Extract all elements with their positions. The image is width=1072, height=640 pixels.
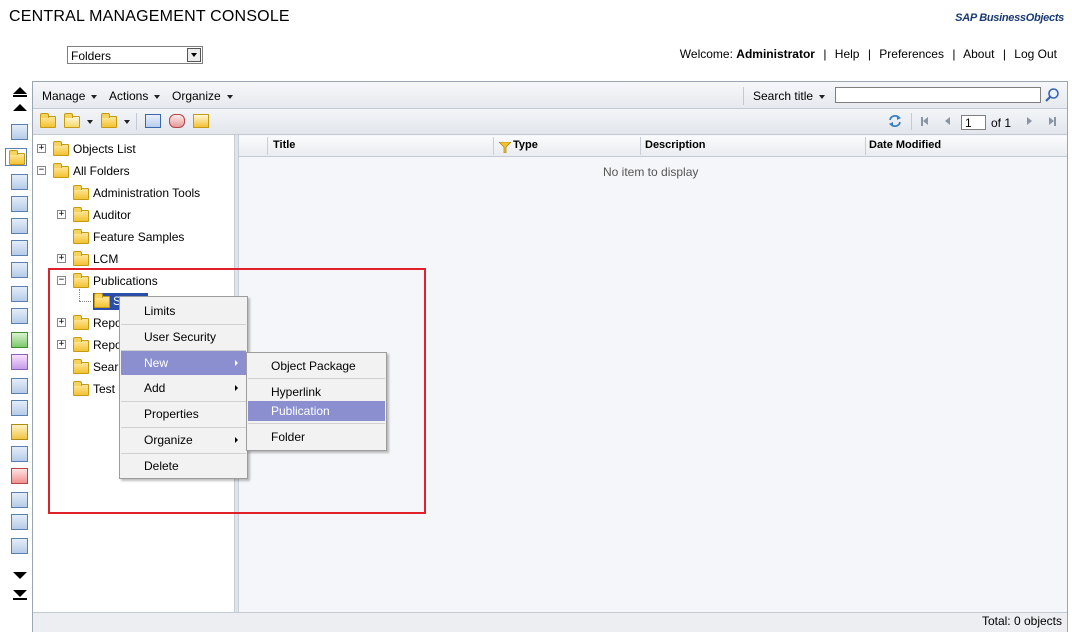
nav-separator: | bbox=[952, 47, 956, 61]
cmc-home-icon[interactable] bbox=[11, 124, 28, 140]
scroll-top-icon[interactable] bbox=[13, 87, 27, 94]
search-icon[interactable] bbox=[1044, 87, 1060, 103]
actions-menu[interactable]: Actions bbox=[109, 89, 161, 103]
folder-icon bbox=[53, 141, 69, 156]
tree-node-lcm[interactable]: LCM bbox=[93, 249, 118, 269]
nav-separator: | bbox=[1002, 47, 1006, 61]
total-objects: Total: 0 objects bbox=[981, 614, 1062, 628]
preferences-link[interactable]: Preferences bbox=[879, 47, 944, 61]
access-levels-icon[interactable] bbox=[11, 468, 28, 484]
page-number-input[interactable] bbox=[961, 115, 986, 130]
user-name: Administrator bbox=[736, 47, 815, 61]
settings-grid-icon[interactable] bbox=[11, 492, 28, 508]
inboxes-icon[interactable] bbox=[11, 262, 28, 278]
connections-icon[interactable] bbox=[11, 332, 28, 348]
tree-node-objects-list[interactable]: Objects List bbox=[73, 139, 136, 159]
view-select-value: Folders bbox=[71, 49, 112, 63]
history-icon[interactable] bbox=[193, 114, 209, 128]
welcome-label: Welcome: bbox=[679, 47, 733, 61]
chevron-down-icon bbox=[91, 94, 98, 99]
folder-icon bbox=[73, 251, 89, 266]
federation-icon[interactable] bbox=[11, 514, 28, 530]
expand-icon[interactable]: + bbox=[57, 210, 66, 219]
chevron-down-icon[interactable] bbox=[87, 120, 93, 124]
manage-menu-label: Manage bbox=[42, 89, 86, 103]
help-link[interactable]: Help bbox=[835, 47, 860, 61]
chevron-down-icon bbox=[226, 94, 233, 99]
search-input[interactable] bbox=[835, 87, 1041, 103]
servers-icon[interactable] bbox=[11, 378, 28, 394]
tree-node-administration-tools[interactable]: Administration Tools bbox=[93, 183, 200, 203]
chevron-down-icon[interactable] bbox=[187, 48, 201, 62]
status-bar bbox=[33, 612, 1067, 632]
top-nav: Welcome: Administrator | Help | Preferen… bbox=[680, 47, 1057, 61]
column-description[interactable]: Description bbox=[645, 139, 706, 151]
left-nav-bar bbox=[5, 82, 32, 607]
chevron-down-icon[interactable] bbox=[124, 120, 130, 124]
annotation-highlight-box bbox=[48, 268, 426, 514]
nav-separator: | bbox=[823, 47, 827, 61]
query-results-icon[interactable] bbox=[11, 538, 28, 554]
folder-icon bbox=[53, 163, 69, 178]
manage-menu[interactable]: Manage bbox=[42, 89, 98, 103]
search-field-label: Search title bbox=[753, 89, 814, 103]
email-icon[interactable] bbox=[11, 286, 28, 302]
app-title: CENTRAL MANAGEMENT CONSOLE bbox=[9, 8, 290, 25]
page-count-label: of 1 bbox=[991, 116, 1012, 130]
logout-link[interactable]: Log Out bbox=[1014, 47, 1057, 61]
personal-categories-icon[interactable] bbox=[11, 218, 28, 234]
folder-icon bbox=[73, 207, 89, 222]
column-type[interactable]: Type bbox=[513, 139, 538, 151]
calendars-icon[interactable] bbox=[11, 424, 28, 440]
users-groups-icon[interactable] bbox=[11, 240, 28, 256]
folders-tab-icon[interactable] bbox=[5, 148, 27, 166]
previous-page-icon[interactable] bbox=[945, 117, 950, 125]
universes-icon[interactable] bbox=[11, 308, 28, 324]
new-object-icon[interactable] bbox=[64, 113, 80, 128]
nav-separator: | bbox=[867, 47, 871, 61]
scroll-up-icon[interactable] bbox=[13, 104, 27, 111]
organize-tools-icon[interactable] bbox=[101, 113, 117, 128]
tree-node-auditor[interactable]: Auditor bbox=[93, 205, 131, 225]
next-page-icon[interactable] bbox=[1027, 117, 1032, 125]
about-link[interactable]: About bbox=[963, 47, 994, 61]
actions-menu-label: Actions bbox=[109, 89, 149, 103]
scroll-down-icon[interactable] bbox=[13, 572, 27, 579]
applications-icon[interactable] bbox=[11, 354, 28, 370]
refresh-icon[interactable] bbox=[888, 114, 902, 128]
collapse-icon[interactable]: − bbox=[37, 166, 46, 175]
folder-icon bbox=[73, 185, 89, 200]
organize-menu-label: Organize bbox=[172, 89, 221, 103]
search-field-dropdown[interactable]: Search title bbox=[753, 89, 826, 103]
tree-node-all-folders[interactable]: All Folders bbox=[73, 161, 130, 181]
new-folder-icon[interactable] bbox=[40, 113, 56, 128]
properties-icon[interactable] bbox=[145, 114, 161, 128]
chevron-down-icon bbox=[154, 94, 161, 99]
events-icon[interactable] bbox=[11, 446, 28, 462]
view-select[interactable]: Folders bbox=[67, 46, 203, 64]
personal-folders-icon[interactable] bbox=[11, 174, 28, 190]
empty-list-message: No item to display bbox=[603, 165, 699, 179]
folder-icon bbox=[73, 229, 89, 244]
scroll-bottom-icon[interactable] bbox=[13, 590, 27, 597]
filter-icon[interactable] bbox=[499, 142, 511, 153]
column-title[interactable]: Title bbox=[273, 139, 295, 151]
user-security-icon[interactable] bbox=[169, 114, 185, 128]
expand-icon[interactable]: + bbox=[57, 254, 66, 263]
tree-node-feature-samples[interactable]: Feature Samples bbox=[93, 227, 184, 247]
column-date-modified[interactable]: Date Modified bbox=[869, 139, 941, 151]
brand-logo: SAP BusinessObjects bbox=[955, 12, 1064, 24]
organize-menu[interactable]: Organize bbox=[172, 89, 233, 103]
chevron-down-icon bbox=[819, 94, 826, 99]
categories-icon[interactable] bbox=[11, 196, 28, 212]
expand-icon[interactable]: + bbox=[37, 144, 46, 153]
instance-manager-icon[interactable] bbox=[11, 400, 28, 416]
